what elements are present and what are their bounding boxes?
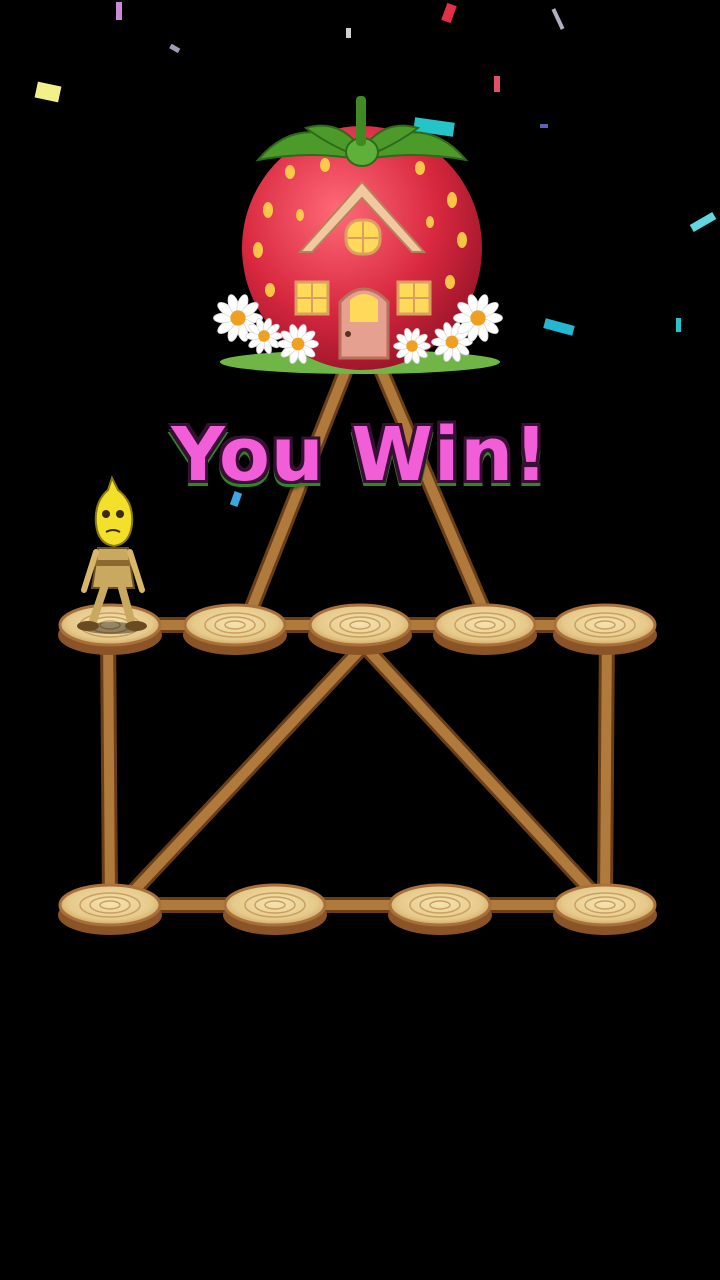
win-message: You Win! [171,412,549,498]
strawberry-house[interactable] [213,96,503,374]
stump-node[interactable] [58,883,162,935]
game-board: You Win! [0,0,720,1280]
stump-node[interactable] [433,603,537,655]
stump-node[interactable] [308,603,412,655]
stump-node[interactable] [553,603,657,655]
stump-node[interactable] [388,883,492,935]
stump-node[interactable] [183,603,287,655]
stump-node[interactable] [553,883,657,935]
board-canvas [34,2,717,935]
stump-node[interactable] [223,883,327,935]
